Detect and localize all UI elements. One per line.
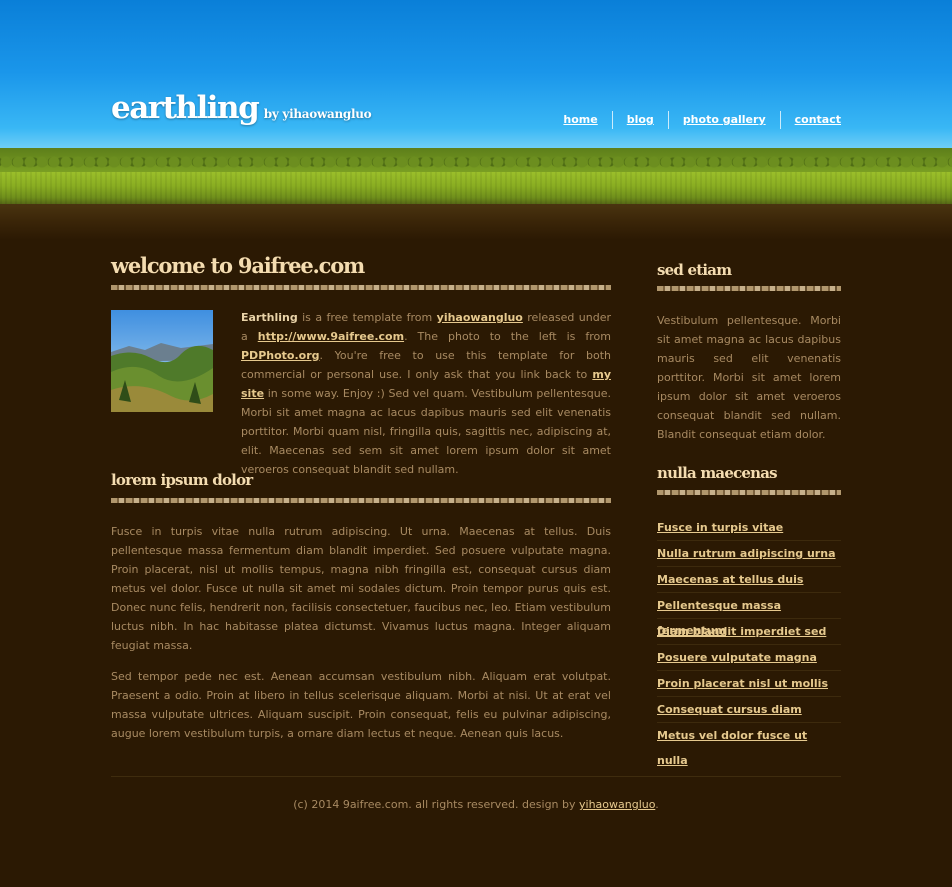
main-nav: home blog photo gallery contact bbox=[549, 110, 841, 130]
sidebar-title-nulla-maecenas: nulla maecenas bbox=[657, 464, 778, 482]
landscape-photo bbox=[111, 310, 213, 412]
list-item: Nulla rutrum adipiscing urna bbox=[657, 541, 841, 567]
sidebar-text: Vestibulum pellentesque. Morbi sit amet … bbox=[657, 314, 841, 441]
sidebar-link[interactable]: Consequat cursus diam bbox=[657, 703, 802, 716]
sidebar-title-sed-etiam: sed etiam bbox=[657, 261, 732, 279]
sidebar-divider-2 bbox=[657, 490, 841, 495]
intro-text: Earthling is a free template from yihaow… bbox=[241, 308, 611, 479]
list-item: Maecenas at tellus duis bbox=[657, 567, 841, 593]
list-item: Proin placerat nisl ut mollis bbox=[657, 671, 841, 697]
intro-link-pdphoto[interactable]: PDPhoto.org bbox=[241, 349, 320, 362]
body-paragraph-1: Fusce in turpis vitae nulla rutrum adipi… bbox=[111, 525, 611, 652]
footer-suffix: . bbox=[655, 798, 659, 811]
sidebar-link[interactable]: Metus vel dolor fusce ut nulla bbox=[657, 729, 807, 767]
sidebar-link[interactable]: Maecenas at tellus duis bbox=[657, 573, 803, 586]
main-content: welcome to 9aifree.com Earthling is a fr… bbox=[111, 250, 611, 743]
section-divider bbox=[111, 498, 611, 503]
intro-link-author[interactable]: yihaowangluo bbox=[437, 311, 523, 324]
header-grass bbox=[0, 172, 952, 206]
intro-text-part: . The photo to the left is from bbox=[404, 330, 611, 343]
footer-copyright: (c) 2014 9aifree.com. all rights reserve… bbox=[293, 798, 580, 811]
list-item: Consequat cursus diam bbox=[657, 697, 841, 723]
intro-brand: Earthling bbox=[241, 311, 298, 324]
footer: (c) 2014 9aifree.com. all rights reserve… bbox=[111, 797, 841, 813]
sidebar-link[interactable]: Nulla rutrum adipiscing urna bbox=[657, 547, 836, 560]
footer-divider bbox=[111, 776, 841, 777]
site-logo[interactable]: earthling by yihaowangluo bbox=[111, 90, 372, 126]
site-byline: by yihaowangluo bbox=[263, 107, 372, 121]
list-item: Pellentesque massa fermentum bbox=[657, 593, 841, 637]
list-item: Metus vel dolor fusce ut nulla bbox=[657, 723, 841, 767]
sidebar-link[interactable]: Posuere vulputate magna bbox=[657, 651, 817, 664]
sidebar-link[interactable]: Proin placerat nisl ut mollis bbox=[657, 677, 828, 690]
intro-section: Earthling is a free template from yihaow… bbox=[111, 308, 611, 478]
sidebar-link[interactable]: Fusce in turpis vitae bbox=[657, 521, 783, 534]
sidebar: sed etiam Vestibulum pellentesque. Morbi… bbox=[657, 250, 841, 767]
page: earthling by yihaowangluo home blog phot… bbox=[0, 0, 952, 887]
nav-contact[interactable]: contact bbox=[779, 111, 841, 129]
nav-photo-gallery[interactable]: photo gallery bbox=[667, 111, 780, 129]
intro-text-part: is a free template from bbox=[297, 311, 437, 324]
header-sky bbox=[0, 0, 952, 160]
footer-designer-link[interactable]: yihaowangluo bbox=[579, 798, 655, 811]
nav-blog[interactable]: blog bbox=[611, 111, 668, 129]
nav-home[interactable]: home bbox=[549, 111, 611, 129]
header-soil bbox=[0, 204, 952, 240]
title-divider bbox=[111, 285, 611, 290]
site-name: earthling bbox=[111, 90, 260, 126]
sidebar-link[interactable]: Diam blandit imperdiet sed bbox=[657, 625, 826, 638]
welcome-title: welcome to 9aifree.com bbox=[111, 253, 365, 278]
sidebar-link-list: Fusce in turpis vitae Nulla rutrum adipi… bbox=[657, 515, 841, 767]
landscape-photo-image bbox=[111, 310, 213, 412]
sidebar-divider-1 bbox=[657, 286, 841, 291]
list-item: Posuere vulputate magna bbox=[657, 645, 841, 671]
intro-link-site[interactable]: http://www.9aifree.com bbox=[258, 330, 404, 343]
list-item: Fusce in turpis vitae bbox=[657, 515, 841, 541]
list-item: Diam blandit imperdiet sed bbox=[657, 619, 841, 645]
body-paragraph-2: Sed tempor pede nec est. Aenean accumsan… bbox=[111, 670, 611, 740]
intro-text-part: in some way. Enjoy :) Sed vel quam. Vest… bbox=[241, 387, 611, 476]
